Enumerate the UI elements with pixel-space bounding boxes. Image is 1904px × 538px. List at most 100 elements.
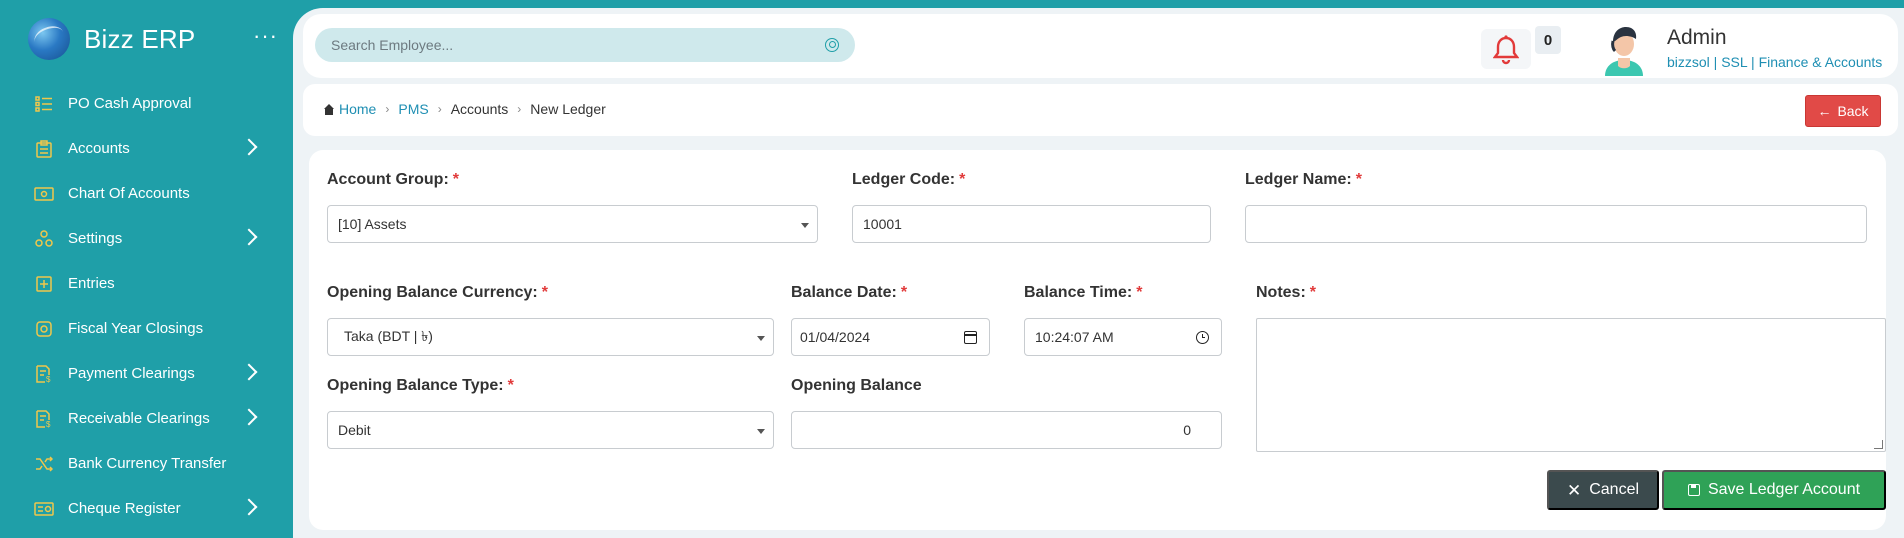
arrow-left-icon: ← bbox=[1817, 103, 1832, 119]
main-area: 0 Admin bizzsol | SSL | Finance & Accoun… bbox=[293, 0, 1904, 538]
sidebar-item-label: Receivable Clearings bbox=[68, 410, 210, 427]
ledger-code-input[interactable]: 10001 bbox=[852, 205, 1211, 243]
ledger-name-label: Ledger Name: * bbox=[1245, 171, 1362, 188]
svg-text:$: $ bbox=[46, 375, 51, 383]
sidebar-item-po-cash-approval[interactable]: PO Cash Approval bbox=[0, 81, 293, 126]
account-group-select[interactable]: [10] Assets bbox=[327, 205, 818, 243]
breadcrumb-accounts: Accounts bbox=[450, 101, 509, 117]
balance-date-input[interactable]: 01/04/2024 bbox=[791, 318, 990, 356]
sidebar-item-fiscal-year-closings[interactable]: Fiscal Year Closings bbox=[0, 306, 293, 351]
notification-count-badge: 0 bbox=[1535, 26, 1561, 54]
cheque-icon bbox=[34, 499, 54, 519]
breadcrumb: Home › PMS › Accounts › New Ledger bbox=[323, 101, 606, 117]
content-area: 0 Admin bizzsol | SSL | Finance & Accoun… bbox=[293, 8, 1904, 538]
shuffle-icon bbox=[34, 454, 54, 474]
search-input[interactable] bbox=[331, 37, 825, 53]
top-bar: 0 Admin bizzsol | SSL | Finance & Accoun… bbox=[303, 14, 1898, 78]
balance-date-value: 01/04/2024 bbox=[800, 329, 871, 345]
sidebar-item-label: Cheque Register bbox=[68, 500, 181, 517]
opening-balance-input[interactable]: 0 bbox=[791, 411, 1222, 449]
chevron-right-icon bbox=[243, 364, 257, 378]
sidebar-item-label: PO Cash Approval bbox=[68, 95, 192, 112]
opening-type-value: Debit bbox=[338, 422, 371, 438]
sidebar-item-cheque-register[interactable]: Cheque Register bbox=[0, 486, 293, 531]
sidebar: Bizz ERP ··· PO Cash Approval Accounts C… bbox=[0, 0, 293, 538]
balance-date-label: Balance Date: * bbox=[791, 284, 908, 301]
chevron-right-icon bbox=[243, 139, 257, 153]
opening-currency-value: Taka (BDT | ৳) bbox=[344, 328, 433, 344]
save-icon bbox=[1687, 484, 1700, 496]
sidebar-item-bank-currency-transfer[interactable]: Bank Currency Transfer bbox=[0, 441, 293, 486]
brand-name: Bizz ERP bbox=[84, 23, 196, 54]
chevron-right-icon bbox=[243, 409, 257, 423]
notes-textarea[interactable] bbox=[1256, 318, 1886, 452]
brand[interactable]: Bizz ERP ··· bbox=[28, 18, 278, 60]
opening-currency-select[interactable]: Taka (BDT | ৳) bbox=[327, 318, 774, 356]
settings-icon bbox=[34, 229, 54, 249]
list-icon bbox=[34, 94, 54, 114]
sidebar-item-label: Accounts bbox=[68, 140, 130, 157]
opening-type-label: Opening Balance Type: * bbox=[327, 377, 514, 394]
chevron-right-icon: › bbox=[517, 102, 522, 116]
document-money-icon: $ bbox=[34, 364, 54, 384]
sidebar-item-entries[interactable]: Entries bbox=[0, 261, 293, 306]
chevron-right-icon: › bbox=[437, 102, 442, 116]
breadcrumb-pms[interactable]: PMS bbox=[398, 101, 428, 117]
sidebar-menu: PO Cash Approval Accounts Chart Of Accou… bbox=[0, 81, 293, 531]
avatar[interactable] bbox=[1599, 22, 1649, 76]
save-ledger-button[interactable]: Save Ledger Account bbox=[1662, 470, 1886, 510]
circle-square-icon bbox=[34, 319, 54, 339]
cancel-button[interactable]: ✕ Cancel bbox=[1547, 470, 1659, 510]
opening-currency-label: Opening Balance Currency: * bbox=[327, 284, 548, 301]
cancel-button-label: Cancel bbox=[1589, 481, 1640, 498]
plus-square-icon bbox=[34, 274, 54, 294]
ledger-name-input[interactable] bbox=[1245, 205, 1867, 243]
opening-balance-label: Opening Balance bbox=[791, 377, 922, 394]
sidebar-item-payment-clearings[interactable]: $ Payment Clearings bbox=[0, 351, 293, 396]
document-money-icon: $ bbox=[34, 409, 54, 429]
balance-time-value: 10:24:07 AM bbox=[1035, 329, 1114, 345]
sidebar-item-accounts[interactable]: Accounts bbox=[0, 126, 293, 171]
user-name[interactable]: Admin bbox=[1667, 26, 1727, 50]
breadcrumb-home[interactable]: Home bbox=[339, 101, 376, 117]
user-role: bizzsol | SSL | Finance & Accounts bbox=[1667, 54, 1883, 70]
sidebar-item-chart-of-accounts[interactable]: Chart Of Accounts bbox=[0, 171, 293, 216]
back-button-label: Back bbox=[1837, 103, 1869, 119]
sidebar-item-label: Settings bbox=[68, 230, 123, 247]
more-options-icon[interactable]: ··· bbox=[253, 25, 278, 47]
bell-icon bbox=[1493, 35, 1519, 65]
balance-time-input[interactable]: 10:24:07 AM bbox=[1024, 318, 1222, 356]
home-icon bbox=[323, 103, 335, 115]
sidebar-item-settings[interactable]: Settings bbox=[0, 216, 293, 261]
chevron-right-icon: › bbox=[385, 102, 390, 116]
search-box[interactable] bbox=[315, 28, 855, 62]
back-button[interactable]: ← Back bbox=[1805, 95, 1881, 127]
chevron-right-icon bbox=[243, 229, 257, 243]
calendar-icon[interactable] bbox=[964, 331, 977, 344]
chevron-right-icon bbox=[243, 499, 257, 513]
breadcrumb-new-ledger: New Ledger bbox=[530, 101, 606, 117]
clock-icon[interactable] bbox=[1196, 331, 1209, 344]
account-group-value: [10] Assets bbox=[338, 216, 407, 232]
close-icon: ✕ bbox=[1566, 480, 1582, 500]
breadcrumb-bar: Home › PMS › Accounts › New Ledger ← Bac… bbox=[303, 84, 1898, 136]
notification-button[interactable] bbox=[1481, 29, 1531, 69]
clipboard-icon bbox=[34, 139, 54, 159]
sidebar-item-label: Entries bbox=[68, 275, 115, 292]
save-button-label: Save Ledger Account bbox=[1707, 481, 1861, 498]
sidebar-item-label: Fiscal Year Closings bbox=[68, 320, 204, 337]
sidebar-item-label: Bank Currency Transfer bbox=[68, 455, 227, 472]
opening-type-select[interactable]: Debit bbox=[327, 411, 774, 449]
notes-label: Notes: * bbox=[1256, 284, 1317, 301]
ledger-code-value: 10001 bbox=[863, 216, 902, 232]
opening-balance-value: 0 bbox=[1183, 422, 1191, 438]
sidebar-item-receivable-clearings[interactable]: $ Receivable Clearings bbox=[0, 396, 293, 441]
sidebar-item-label: Chart Of Accounts bbox=[68, 185, 190, 202]
money-icon bbox=[34, 184, 54, 204]
search-user-icon[interactable] bbox=[825, 38, 839, 52]
globe-logo-icon bbox=[28, 18, 70, 60]
ledger-code-label: Ledger Code: * bbox=[852, 171, 966, 188]
svg-text:$: $ bbox=[46, 420, 51, 428]
account-group-label: Account Group: * bbox=[327, 171, 459, 188]
sidebar-item-label: Payment Clearings bbox=[68, 365, 195, 382]
